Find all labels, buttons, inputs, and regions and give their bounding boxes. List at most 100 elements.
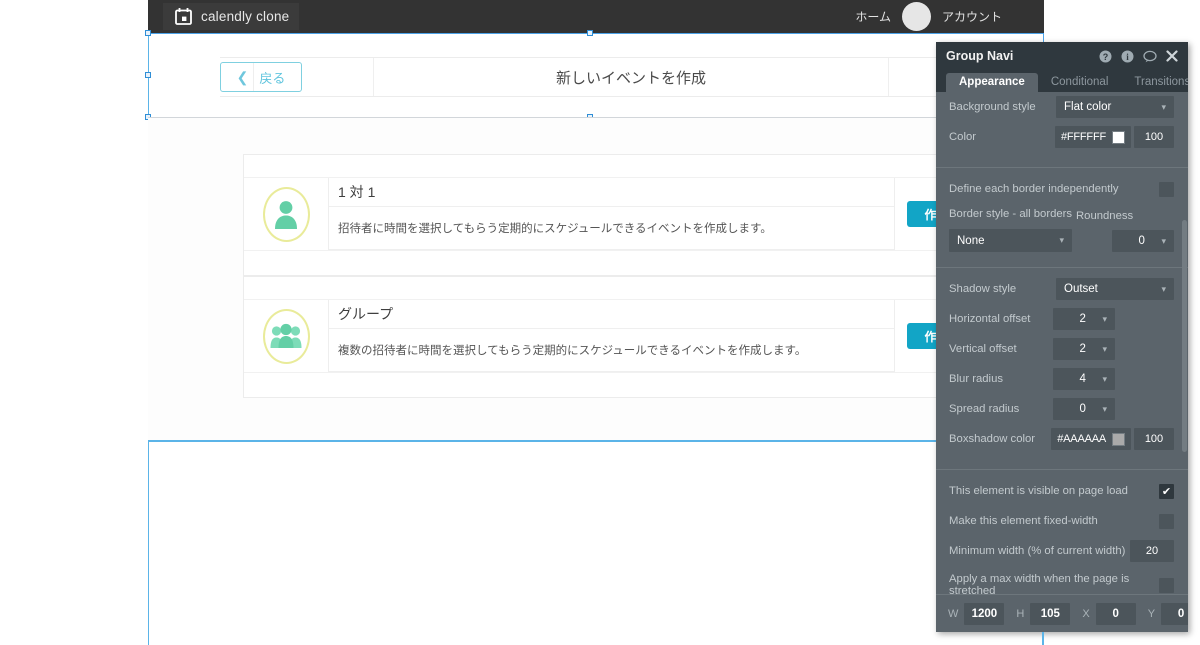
- brand-label: calendly clone: [201, 9, 290, 24]
- tab-conditional[interactable]: Conditional: [1038, 73, 1122, 92]
- border-style-value: None: [957, 234, 985, 247]
- nav-link-account[interactable]: アカウント: [942, 8, 1002, 25]
- color-hex-input[interactable]: #FFFFFF: [1054, 126, 1131, 148]
- card-description: 招待者に時間を選択してもらう定期的にスケジュールできるイベントを作成します。: [338, 223, 772, 235]
- card-icon-cell: [244, 300, 329, 372]
- tab-appearance[interactable]: Appearance: [946, 73, 1038, 92]
- vertical-offset-stepper[interactable]: 2 ▾: [1053, 338, 1115, 360]
- field-shadow-style: Shadow style Outset ▾: [936, 274, 1188, 304]
- divider: [936, 469, 1188, 470]
- field-label: Color: [949, 131, 976, 143]
- help-icon[interactable]: ?: [1099, 50, 1112, 63]
- avatar[interactable]: [901, 2, 931, 31]
- event-type-card-one-on-one[interactable]: 1 対 1 招待者に時間を選択してもらう定期的にスケジュールできるイベントを作成…: [243, 154, 1003, 276]
- field-spread-radius: Spread radius 0 ▾: [936, 394, 1188, 424]
- roundness-value: 0: [1138, 235, 1145, 247]
- field-control: ✔: [1159, 483, 1174, 499]
- spread-radius-value: 0: [1079, 403, 1086, 415]
- panel-scrollbar[interactable]: [1182, 220, 1187, 452]
- field-border-roundness-labels: Border style - all borders Roundness: [936, 204, 1188, 222]
- resize-handle-mid-left[interactable]: [145, 72, 151, 78]
- card-description-box: 複数の招待者に時間を選択してもらう定期的にスケジュールできるイベントを作成します…: [329, 329, 894, 372]
- boxshadow-hex-value: #AAAAAA: [1057, 433, 1106, 445]
- panel-footer-geometry: W 1200 H 105 X 0 Y 0: [936, 594, 1188, 632]
- field-control[interactable]: Flat color ▾: [1056, 96, 1174, 118]
- nav-link-home[interactable]: ホーム: [855, 8, 891, 25]
- color-opacity-input[interactable]: 100: [1134, 126, 1174, 148]
- chevron-down-icon: ▾: [1059, 235, 1064, 245]
- define-borders-checkbox[interactable]: [1159, 181, 1174, 197]
- field-control: 0 ▾: [1053, 398, 1115, 420]
- close-icon[interactable]: [1166, 50, 1178, 62]
- width-input[interactable]: 1200: [964, 602, 1005, 625]
- field-control: 20: [1130, 540, 1174, 562]
- field-blur-radius: Blur radius 4 ▾: [936, 364, 1188, 394]
- roundness-stepper[interactable]: 0 ▾: [1112, 230, 1174, 252]
- card-title-box: グループ: [329, 300, 894, 329]
- field-border-roundness-controls: None ▾ 0 ▾: [936, 229, 1188, 252]
- resize-handle-top-center[interactable]: [587, 30, 593, 36]
- border-style-select[interactable]: None ▾: [949, 229, 1072, 252]
- field-control: [1159, 513, 1174, 529]
- field-control: #AAAAAA 100: [1051, 428, 1174, 450]
- height-label: H: [1016, 607, 1025, 620]
- boxshadow-hex-input[interactable]: #AAAAAA: [1051, 428, 1131, 450]
- boxshadow-color-swatch[interactable]: [1112, 432, 1125, 446]
- panel-scroll-area: Background style Flat color ▾ Color #FFF…: [936, 92, 1188, 632]
- y-input[interactable]: 0: [1161, 602, 1188, 625]
- shadow-style-value: Outset: [1064, 283, 1098, 295]
- field-control: 4 ▾: [1053, 368, 1115, 390]
- divider: [936, 267, 1188, 268]
- field-control: [1159, 181, 1174, 197]
- x-input[interactable]: 0: [1095, 602, 1136, 625]
- navbar-right: ホーム アカウント: [855, 2, 1044, 31]
- field-minimum-width: Minimum width (% of current width) 20: [936, 536, 1188, 566]
- field-control: [1159, 577, 1174, 593]
- divider: [253, 63, 255, 91]
- spread-radius-stepper[interactable]: 0 ▾: [1053, 398, 1115, 420]
- resize-handle-top-left[interactable]: [145, 30, 151, 36]
- card-description: 複数の招待者に時間を選択してもらう定期的にスケジュールできるイベントを作成します…: [338, 345, 807, 357]
- chevron-down-icon: ▾: [1161, 283, 1166, 294]
- info-icon[interactable]: i: [1121, 50, 1134, 63]
- card-row: グループ 複数の招待者に時間を選択してもらう定期的にスケジュールできるイベントを…: [244, 300, 1002, 372]
- chevron-down-icon: ▾: [1161, 101, 1166, 112]
- page-header-group: ❮ 戻る 新しいイベントを作成: [148, 34, 1044, 118]
- field-label: Horizontal offset: [949, 313, 1031, 325]
- page-bottom-guide: [148, 440, 1044, 442]
- card-icon-cell: [244, 178, 329, 250]
- field-control[interactable]: Outset ▾: [1056, 278, 1174, 300]
- minimum-width-input[interactable]: 20: [1130, 540, 1174, 562]
- field-horizontal-offset: Horizontal offset 2 ▾: [936, 304, 1188, 334]
- app-canvas: calendly clone ホーム アカウント ❮ 戻る 新しいイベントを作成…: [145, 0, 1044, 645]
- field-color: Color #FFFFFF 100: [936, 122, 1188, 152]
- back-button-label: 戻る: [259, 70, 286, 86]
- fixed-width-checkbox[interactable]: [1159, 513, 1174, 529]
- color-hex-value: #FFFFFF: [1060, 131, 1106, 143]
- boxshadow-opacity-input[interactable]: 100: [1134, 428, 1174, 450]
- card-bottom-spacer: [244, 250, 1002, 275]
- max-width-checkbox[interactable]: [1159, 577, 1174, 593]
- field-label: This element is visible on page load: [949, 485, 1128, 497]
- comment-icon[interactable]: [1143, 50, 1157, 63]
- blur-radius-stepper[interactable]: 4 ▾: [1053, 368, 1115, 390]
- visible-on-page-load-checkbox[interactable]: ✔: [1159, 483, 1174, 499]
- horizontal-offset-stepper[interactable]: 2 ▾: [1053, 308, 1115, 330]
- card-top-spacer: [244, 277, 1002, 300]
- field-label: Minimum width (% of current width): [949, 545, 1126, 557]
- tab-transitions[interactable]: Transitions: [1121, 73, 1188, 92]
- event-type-card-group[interactable]: グループ 複数の招待者に時間を選択してもらう定期的にスケジュールできるイベントを…: [243, 276, 1003, 398]
- height-input[interactable]: 105: [1030, 602, 1071, 625]
- blur-radius-value: 4: [1079, 373, 1086, 385]
- divider: [936, 167, 1188, 168]
- panel-header-icons: ? i: [1099, 50, 1178, 63]
- single-person-icon: [275, 201, 297, 229]
- brand-button[interactable]: calendly clone: [163, 3, 300, 30]
- field-label: Shadow style: [949, 283, 1017, 295]
- color-swatch[interactable]: [1112, 130, 1125, 144]
- field-background-style: Background style Flat color ▾: [936, 92, 1188, 122]
- back-button[interactable]: ❮ 戻る: [220, 62, 302, 92]
- field-control: #FFFFFF 100: [1054, 126, 1174, 148]
- chevron-down-icon: ▾: [1102, 313, 1107, 324]
